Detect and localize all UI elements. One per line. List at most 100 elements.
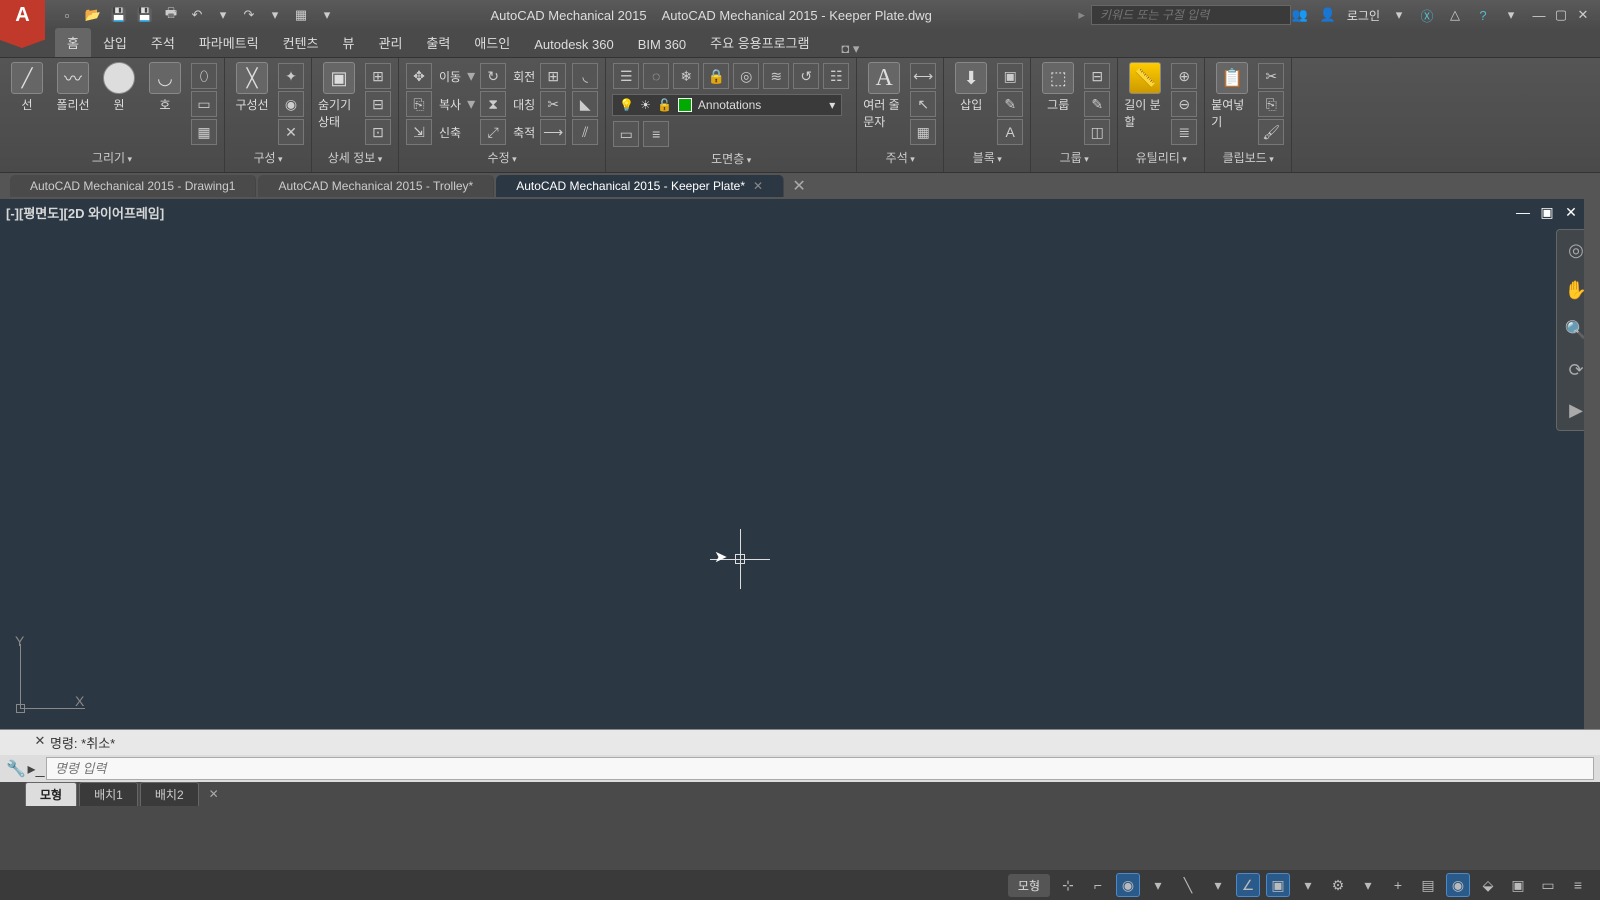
constr-2-icon[interactable]: ◉ bbox=[278, 91, 304, 117]
save-icon[interactable]: 💾 bbox=[110, 6, 128, 24]
new-icon[interactable]: ▫ bbox=[58, 6, 76, 24]
mtext-button[interactable]: A여러 줄 문자 bbox=[863, 62, 905, 130]
scale-icon[interactable]: ⤢ bbox=[480, 119, 506, 145]
doc-tab-1[interactable]: AutoCAD Mechanical 2015 - Drawing1 bbox=[10, 175, 256, 197]
login-dropdown-icon[interactable]: ▾ bbox=[1390, 6, 1408, 24]
constr-3-icon[interactable]: ✕ bbox=[278, 119, 304, 145]
minimize-icon[interactable]: — bbox=[1530, 7, 1548, 23]
layer-prev-icon[interactable]: ↺ bbox=[793, 63, 819, 89]
doc-tab-2[interactable]: AutoCAD Mechanical 2015 - Trolley* bbox=[258, 175, 494, 197]
workspace-icon[interactable]: ▦ bbox=[292, 6, 310, 24]
util-2-icon[interactable]: ⊖ bbox=[1171, 91, 1197, 117]
annoscale-icon[interactable]: ▤ bbox=[1416, 873, 1440, 897]
gear-icon[interactable]: ⚙ bbox=[1326, 873, 1350, 897]
group-edit-icon[interactable]: ✎ bbox=[1084, 91, 1110, 117]
undo-dropdown-icon[interactable]: ▾ bbox=[214, 6, 232, 24]
layout-tab-model[interactable]: 모형 bbox=[25, 782, 77, 806]
doc-close-icon[interactable]: ✕ bbox=[753, 179, 763, 193]
layer-iso-icon[interactable]: ◎ bbox=[733, 63, 759, 89]
doc-close-icon[interactable]: ✕ bbox=[1562, 203, 1580, 221]
detail-1-icon[interactable]: ⊞ bbox=[365, 63, 391, 89]
status-model-label[interactable]: 모형 bbox=[1008, 874, 1050, 897]
doc-maximize-icon[interactable]: ▣ bbox=[1538, 203, 1556, 221]
panel-utilities-title[interactable]: 유틸리티 bbox=[1124, 147, 1198, 168]
panel-group-title[interactable]: 그룹 bbox=[1037, 147, 1111, 168]
qat-dropdown-icon[interactable]: ▾ bbox=[318, 6, 336, 24]
redo-icon[interactable]: ↷ bbox=[240, 6, 258, 24]
tab-parametric[interactable]: 파라메트릭 bbox=[187, 28, 271, 57]
panel-construction-title[interactable]: 구성 bbox=[231, 147, 305, 168]
panel-layers-title[interactable]: 도면층 bbox=[612, 148, 850, 169]
group-sel-icon[interactable]: ◫ bbox=[1084, 119, 1110, 145]
a360-icon[interactable]: △ bbox=[1446, 6, 1464, 24]
add-layout-icon[interactable]: ✕ bbox=[209, 787, 219, 801]
chamfer-icon[interactable]: ◣ bbox=[572, 91, 598, 117]
insert-block-button[interactable]: ⬇삽입 bbox=[950, 62, 992, 113]
gear-drop-icon[interactable]: ▾ bbox=[1356, 873, 1380, 897]
table-icon[interactable]: ▦ bbox=[910, 119, 936, 145]
infocenter-icon[interactable]: 👥 bbox=[1291, 6, 1309, 24]
attr-icon[interactable]: A bbox=[997, 119, 1023, 145]
vertical-scrollbar[interactable] bbox=[1584, 199, 1600, 729]
hide-state-button[interactable]: ▣숨기기 상태 bbox=[318, 62, 360, 130]
hardware-icon[interactable]: ⬙ bbox=[1476, 873, 1500, 897]
util-1-icon[interactable]: ⊕ bbox=[1171, 63, 1197, 89]
measure-button[interactable]: 📏길이 분할 bbox=[1124, 62, 1166, 130]
osnap-icon[interactable]: ╲ bbox=[1176, 873, 1200, 897]
tab-insert[interactable]: 삽입 bbox=[91, 28, 139, 57]
print-icon[interactable]: 🖶 bbox=[162, 6, 180, 24]
detail-2-icon[interactable]: ⊟ bbox=[365, 91, 391, 117]
draw-tool-1-icon[interactable]: ⬯ bbox=[191, 63, 217, 89]
layer-lock-icon[interactable]: 🔒 bbox=[703, 63, 729, 89]
arc-button[interactable]: ◡호 bbox=[144, 62, 186, 113]
cut-icon[interactable]: ✂ bbox=[1258, 63, 1284, 89]
lwt-icon[interactable]: ▣ bbox=[1266, 873, 1290, 897]
dim-icon[interactable]: ⟷ bbox=[910, 63, 936, 89]
panel-detail-title[interactable]: 상세 정보 bbox=[318, 147, 392, 168]
paste-button[interactable]: 📋붙여넣기 bbox=[1211, 62, 1253, 130]
grid-icon[interactable]: ⊹ bbox=[1056, 873, 1080, 897]
trim-icon[interactable]: ✂ bbox=[540, 91, 566, 117]
layer-dropdown[interactable]: 💡 ☀ 🔓 Annotations ▾ bbox=[612, 94, 842, 116]
osnap-drop-icon[interactable]: ▾ bbox=[1206, 873, 1230, 897]
copy-clip-icon[interactable]: ⎘ bbox=[1258, 91, 1284, 117]
drawing-canvas[interactable]: [-][평면도][2D 와이어프레임] — ▣ ✕ ➤ Y X ◎ ✋ 🔍 ⟳ … bbox=[0, 199, 1600, 729]
mirror-icon[interactable]: ⧗ bbox=[480, 91, 506, 117]
construction-line-button[interactable]: ╳구성선 bbox=[231, 62, 273, 113]
isolate-icon[interactable]: ▣ bbox=[1506, 873, 1530, 897]
polyline-button[interactable]: 〰폴리선 bbox=[52, 62, 94, 113]
layout-tab-1[interactable]: 배치1 bbox=[79, 782, 138, 806]
command-input[interactable] bbox=[46, 757, 1594, 780]
ortho-icon[interactable]: ◉ bbox=[1116, 873, 1140, 897]
doc-tab-3[interactable]: AutoCAD Mechanical 2015 - Keeper Plate*✕ bbox=[496, 175, 784, 197]
open-icon[interactable]: 📂 bbox=[84, 6, 102, 24]
line-button[interactable]: ╱선 bbox=[6, 62, 48, 113]
panel-annotation-title[interactable]: 주석 bbox=[863, 147, 937, 168]
array-icon[interactable]: ⊞ bbox=[540, 63, 566, 89]
polar-icon[interactable]: ▾ bbox=[1146, 873, 1170, 897]
draw-tool-2-icon[interactable]: ▭ bbox=[191, 91, 217, 117]
stretch-icon[interactable]: ⇲ bbox=[406, 119, 432, 145]
offset-icon[interactable]: ⫽ bbox=[572, 119, 598, 145]
panel-modify-title[interactable]: 수정 bbox=[405, 147, 599, 168]
panel-draw-title[interactable]: 그리기 bbox=[6, 147, 218, 168]
move-icon[interactable]: ✥ bbox=[406, 63, 432, 89]
lineweight-icon[interactable]: ≡ bbox=[643, 121, 669, 147]
add-scale-icon[interactable]: + bbox=[1386, 873, 1410, 897]
tab-bim360[interactable]: BIM 360 bbox=[626, 32, 698, 57]
create-block-icon[interactable]: ▣ bbox=[997, 63, 1023, 89]
match-prop-icon[interactable]: 🖌 bbox=[1258, 119, 1284, 145]
otrack-icon[interactable]: ∠ bbox=[1236, 873, 1260, 897]
search-input[interactable] bbox=[1091, 5, 1291, 25]
group-button[interactable]: ⬚그룹 bbox=[1037, 62, 1079, 113]
tab-output[interactable]: 출력 bbox=[414, 28, 462, 57]
help-icon[interactable]: ? bbox=[1474, 6, 1492, 24]
draw-tool-3-icon[interactable]: ▦ bbox=[191, 119, 217, 145]
lwt-drop-icon[interactable]: ▾ bbox=[1296, 873, 1320, 897]
doc-minimize-icon[interactable]: — bbox=[1514, 203, 1532, 221]
layer-state-icon[interactable]: ☷ bbox=[823, 63, 849, 89]
fillet-icon[interactable]: ◟ bbox=[572, 63, 598, 89]
panel-block-title[interactable]: 블록 bbox=[950, 147, 1024, 168]
undo-icon[interactable]: ↶ bbox=[188, 6, 206, 24]
detail-3-icon[interactable]: ⊡ bbox=[365, 119, 391, 145]
